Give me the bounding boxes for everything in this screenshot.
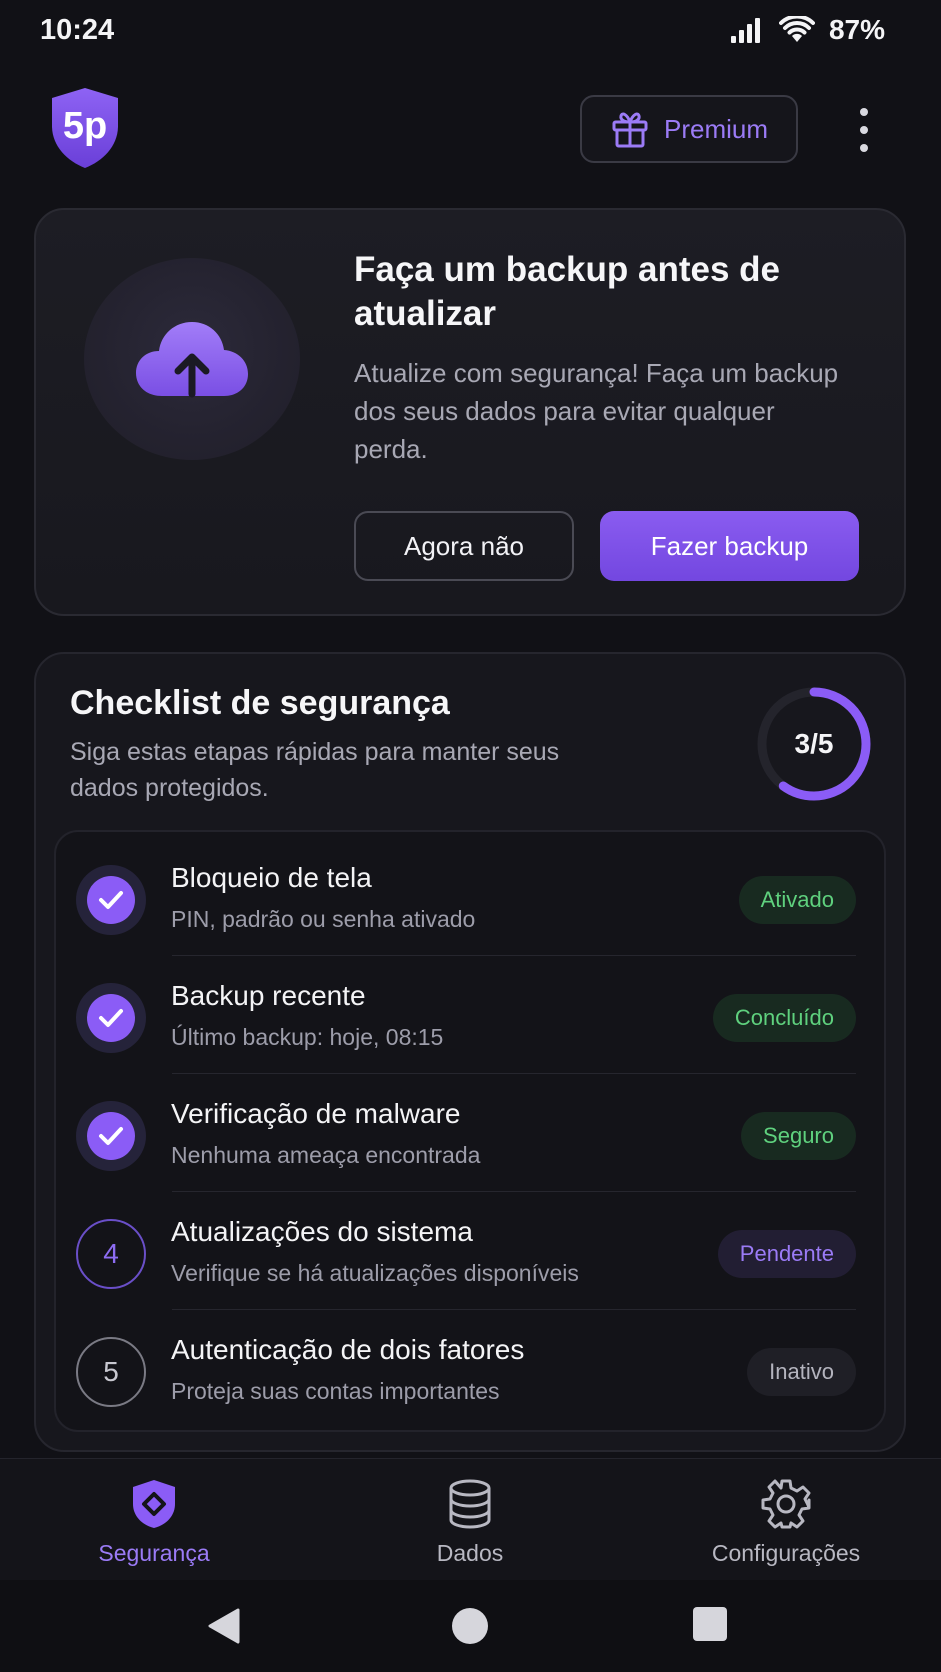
premium-label: Premium xyxy=(663,113,768,144)
battery-level: 87% xyxy=(828,14,885,45)
status-time: 10:24 xyxy=(40,14,115,46)
check-icon xyxy=(76,865,146,935)
checklist-item-recent-backup[interactable]: Backup recente Último backup: hoje, 08:1… xyxy=(54,956,886,1074)
item-title: Backup recente xyxy=(171,980,366,1011)
backup-now-button[interactable]: Fazer backup xyxy=(600,511,859,581)
status-badge: Concluído xyxy=(712,994,856,1042)
item-subtitle: Nenhuma ameaça encontrada xyxy=(171,1142,481,1168)
item-title: Bloqueio de tela xyxy=(171,862,372,893)
checklist-item-two-factor[interactable]: 5 Autenticação de dois fatores Proteja s… xyxy=(54,1310,886,1428)
cloud-upload-illustration xyxy=(84,258,300,460)
shield-icon xyxy=(133,1480,175,1528)
item-subtitle: Último backup: hoje, 08:15 xyxy=(171,1024,444,1050)
checklist-item-screen-lock[interactable]: Bloqueio de tela PIN, padrão ou senha at… xyxy=(54,838,886,956)
recents-icon[interactable] xyxy=(692,1606,728,1642)
step-number: 5 xyxy=(76,1337,146,1407)
checklist-subtitle: Siga estas etapas rápidas para manter se… xyxy=(70,738,560,802)
app-logo: 5p xyxy=(48,86,122,170)
check-icon xyxy=(76,1101,146,1171)
nav-settings[interactable]: Configurações xyxy=(676,1478,896,1567)
status-icons: 87% xyxy=(729,14,885,46)
item-title: Autenticação de dois fatores xyxy=(171,1334,525,1365)
database-icon xyxy=(449,1479,491,1529)
home-icon[interactable] xyxy=(450,1606,490,1646)
item-subtitle: Proteja suas contas importantes xyxy=(171,1378,500,1404)
item-title: Atualizações do sistema xyxy=(171,1216,473,1247)
status-badge: Seguro xyxy=(741,1112,856,1160)
signal-icon xyxy=(730,18,760,43)
item-title: Verificação de malware xyxy=(171,1098,461,1129)
wifi-icon xyxy=(778,16,815,42)
premium-button[interactable]: Premium xyxy=(580,95,798,163)
nav-label: Configurações xyxy=(711,1540,861,1566)
nav-security[interactable]: Segurança xyxy=(44,1478,264,1567)
backup-description: Atualize com segurança! Faça um backup d… xyxy=(354,358,839,464)
not-now-button[interactable]: Agora não xyxy=(354,511,574,581)
backup-title: Faça um backup antes de atualizar xyxy=(354,250,780,333)
status-badge: Ativado xyxy=(738,876,856,924)
status-badge: Inativo xyxy=(747,1348,856,1396)
checklist-title: Checklist de segurança xyxy=(70,684,450,722)
gift-icon xyxy=(612,112,648,148)
item-subtitle: Verifique se há atualizações disponíveis xyxy=(171,1260,579,1286)
checklist-item-malware-scan[interactable]: Verificação de malware Nenhuma ameaça en… xyxy=(54,1074,886,1192)
gear-icon xyxy=(761,1479,811,1529)
checklist-item-system-updates[interactable]: 4 Atualizações do sistema Verifique se h… xyxy=(54,1192,886,1310)
check-icon xyxy=(76,983,146,1053)
step-number: 4 xyxy=(76,1219,146,1289)
status-badge: Pendente xyxy=(717,1230,856,1278)
more-options-icon[interactable] xyxy=(852,108,876,152)
nav-label: Segurança xyxy=(98,1540,210,1566)
progress-label: 3/5 xyxy=(794,728,834,759)
back-icon[interactable] xyxy=(206,1606,242,1646)
cloud-upload-icon xyxy=(136,322,248,398)
nav-data[interactable]: Dados xyxy=(360,1478,580,1567)
logo-text: 5p xyxy=(63,105,107,147)
nav-label: Dados xyxy=(436,1540,504,1566)
item-subtitle: PIN, padrão ou senha ativado xyxy=(171,906,476,932)
